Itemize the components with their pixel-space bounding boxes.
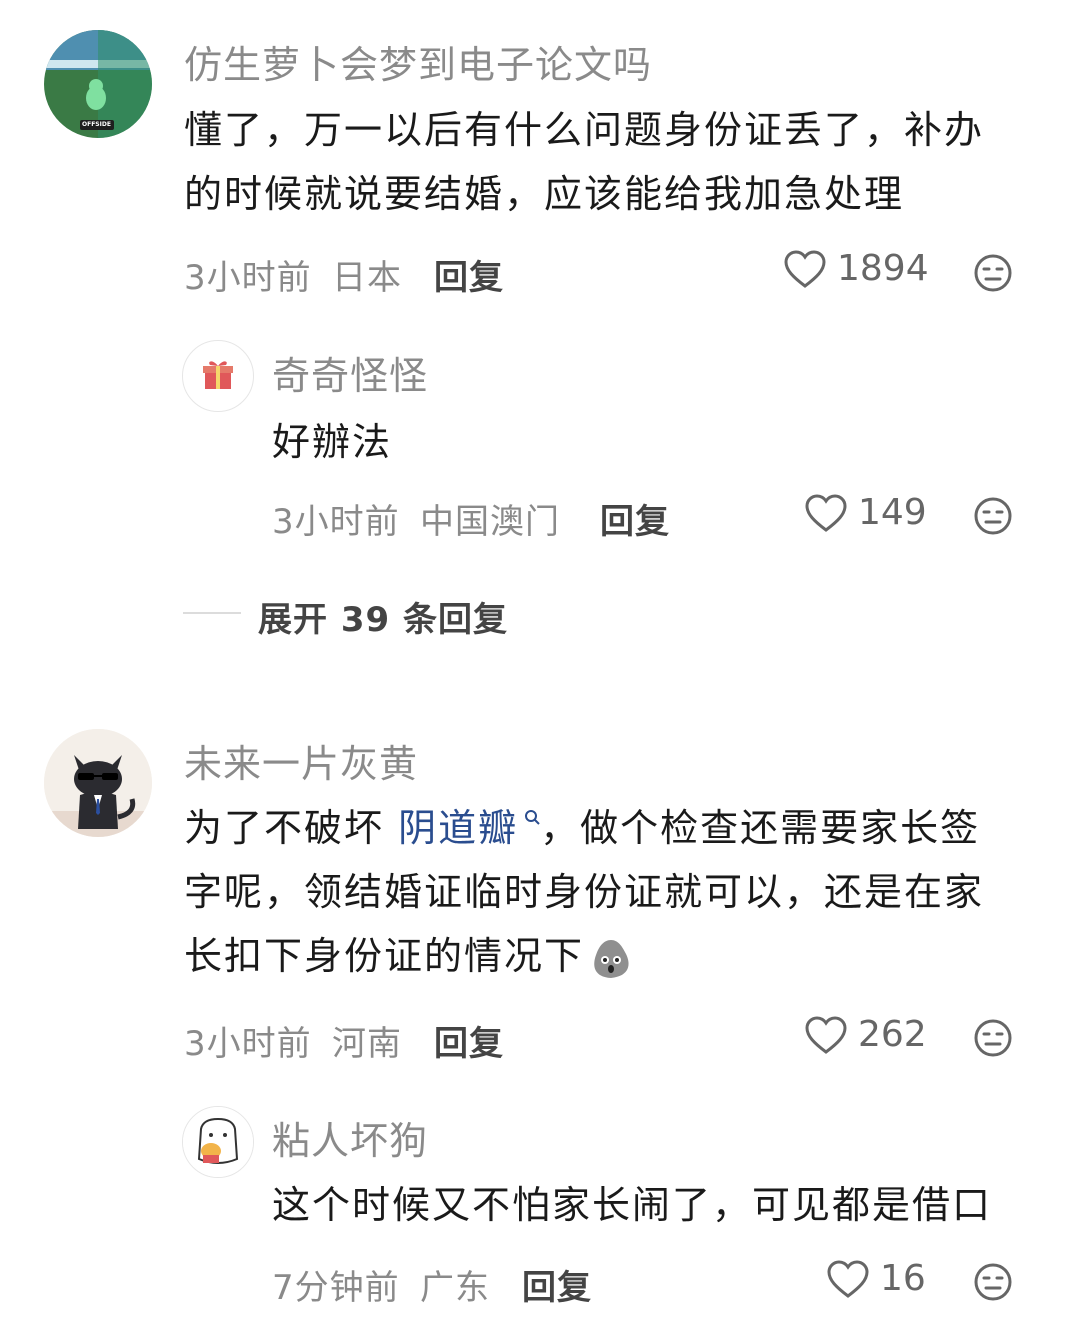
reply-time: 7分钟前 [272,1268,400,1308]
reply-location: 广东 [420,1268,490,1308]
avatar[interactable] [44,729,152,837]
like-count: 262 [858,1014,927,1055]
like-button[interactable]: 149 [804,492,927,533]
comment-text-line: 为了不破坏 阴道瓣 ，做个检查还需要家长签 [184,796,1054,860]
comment-text-segment: 长扣下身份证的情况下 [184,934,585,978]
reply-username[interactable]: 粘人坏狗 [272,1110,428,1165]
dislike-face-icon[interactable] [973,1018,1013,1058]
reply-text: 这个时候又不怕家长闹了，可见都是借口 [272,1183,993,1227]
like-count: 16 [880,1258,926,1299]
reply-time: 3小时前 [272,502,400,542]
comment-text-segment: ，做个检查还需要家长签 [540,806,981,850]
comment-time: 3小时前 [184,258,312,298]
comment-text: 为了不破坏 阴道瓣 ，做个检查还需要家长签 字呢，领结婚证临时身份证就可以，还是在… [184,796,1054,988]
expand-divider [183,612,241,614]
reply-avatar[interactable] [182,340,254,412]
reply-button[interactable]: 回复 [434,1016,504,1065]
like-button[interactable]: 16 [826,1258,926,1299]
comment-text-line: 懂了，万一以后有什么问题身份证丢了，补办 [184,108,985,152]
search-link[interactable]: 阴道瓣 [398,806,540,850]
comment-time: 3小时前 [184,1024,312,1064]
comment-text-line: 长扣下身份证的情况下 [184,924,1054,988]
comment-text-line: 的时候就说要结婚，应该能给我加急处理 [184,172,905,216]
search-icon [525,810,540,826]
comment-text: 懂了，万一以后有什么问题身份证丢了，补办 的时候就说要结婚，应该能给我加急处理 [184,98,1044,226]
gift-icon [203,361,233,389]
like-count: 1894 [837,248,929,289]
reply-button[interactable]: 回复 [434,250,504,299]
like-button[interactable]: 1894 [783,248,929,289]
comment-location: 河南 [332,1024,402,1064]
comment-text-line: 字呢，领结婚证临时身份证就可以，还是在家 [184,870,985,914]
shocked-blob-emoji [594,939,629,978]
comment-text-segment: 为了不破坏 [184,806,399,850]
heart-icon [805,493,847,532]
dog-avatar-image [183,1107,253,1177]
avatar[interactable]: OFFSIDE [44,30,152,138]
reply-button[interactable]: 回复 [522,1260,592,1309]
avatar-badge: OFFSIDE [82,121,111,128]
dislike-face-icon[interactable] [973,253,1013,293]
reply-text: 好辦法 [272,420,393,464]
heart-icon [805,1015,847,1054]
dislike-face-icon[interactable] [973,496,1013,536]
username[interactable]: 仿生萝卜会梦到电子论文吗 [184,34,652,89]
heart-icon [827,1259,869,1298]
reply-button[interactable]: 回复 [600,494,670,543]
cat-avatar-image [44,729,152,837]
username[interactable]: 未来一片灰黄 [184,733,418,788]
reply-username[interactable]: 奇奇怪怪 [272,345,428,400]
search-link-label: 阴道瓣 [398,806,519,850]
reply-avatar[interactable] [182,1106,254,1178]
comment-location: 日本 [332,258,402,298]
reply-location: 中国澳门 [420,502,560,542]
like-count: 149 [858,492,927,533]
like-button[interactable]: 262 [804,1014,927,1055]
dislike-face-icon[interactable] [973,1262,1013,1302]
heart-icon [784,249,826,288]
expand-replies-button[interactable]: 展开 39 条回复 [258,592,508,641]
